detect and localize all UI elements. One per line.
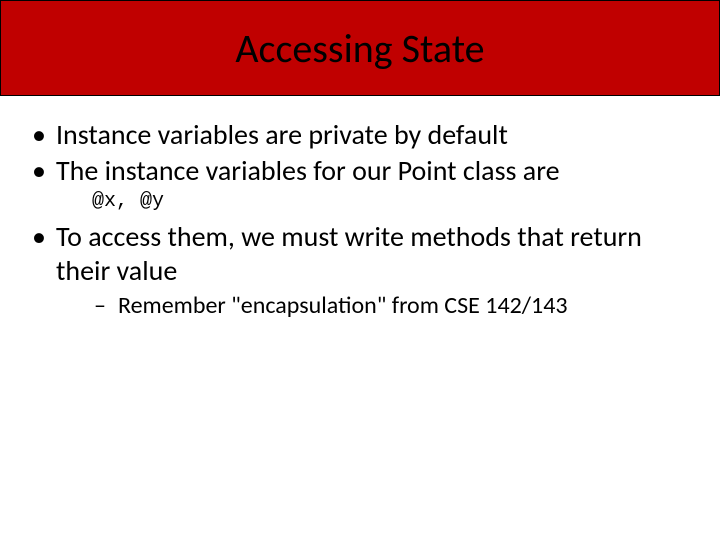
bullet-text: To access them, we must write methods th… [56, 219, 642, 288]
bullet-list: Instance variables are private by defaul… [24, 118, 696, 188]
code-text: @x, @y [92, 190, 696, 214]
bullet-item: The instance variables for our Point cla… [24, 154, 696, 188]
slide-title: Accessing State [235, 24, 484, 73]
bullet-item: Instance variables are private by defaul… [24, 118, 696, 152]
sub-bullet-list: Remember "encapsulation" from CSE 142/14… [94, 291, 696, 321]
sub-bullet-item: Remember "encapsulation" from CSE 142/14… [94, 291, 696, 321]
bullet-list: To access them, we must write methods th… [24, 220, 696, 320]
bullet-item: To access them, we must write methods th… [24, 220, 696, 320]
slide: Accessing State Instance variables are p… [0, 0, 720, 540]
title-bar: Accessing State [0, 0, 720, 96]
slide-content: Instance variables are private by defaul… [0, 96, 720, 321]
